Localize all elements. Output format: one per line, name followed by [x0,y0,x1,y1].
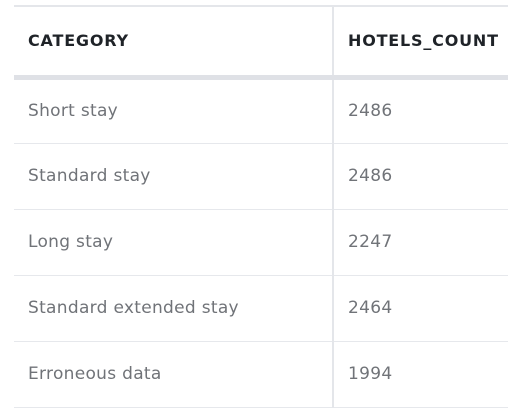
cell-category: Standard stay [14,143,334,210]
cell-category: Short stay [14,77,334,144]
cell-hotels-count: 2486 [333,143,508,210]
cell-hotels-count: 1994 [333,341,508,408]
table-row: Short stay 2486 [14,77,508,144]
column-header-category[interactable]: CATEGORY [14,7,334,80]
cell-category: Standard extended stay [14,275,334,342]
results-table-container: CATEGORY HOTELS_COUNT Short stay 2486 St… [14,5,508,411]
table-row: Long stay 2247 [14,209,508,276]
results-table: CATEGORY HOTELS_COUNT Short stay 2486 St… [14,7,508,408]
cell-category: Long stay [14,209,334,276]
cell-hotels-count: 2486 [333,77,508,144]
cell-hotels-count: 2247 [333,209,508,276]
table-header-row: CATEGORY HOTELS_COUNT [14,7,508,80]
column-header-hotels-count[interactable]: HOTELS_COUNT [333,7,508,80]
table-row: Standard stay 2486 [14,143,508,210]
cell-category: Erroneous data [14,341,334,408]
cell-hotels-count: 2464 [333,275,508,342]
table-row: Erroneous data 1994 [14,341,508,408]
table-row: Standard extended stay 2464 [14,275,508,342]
